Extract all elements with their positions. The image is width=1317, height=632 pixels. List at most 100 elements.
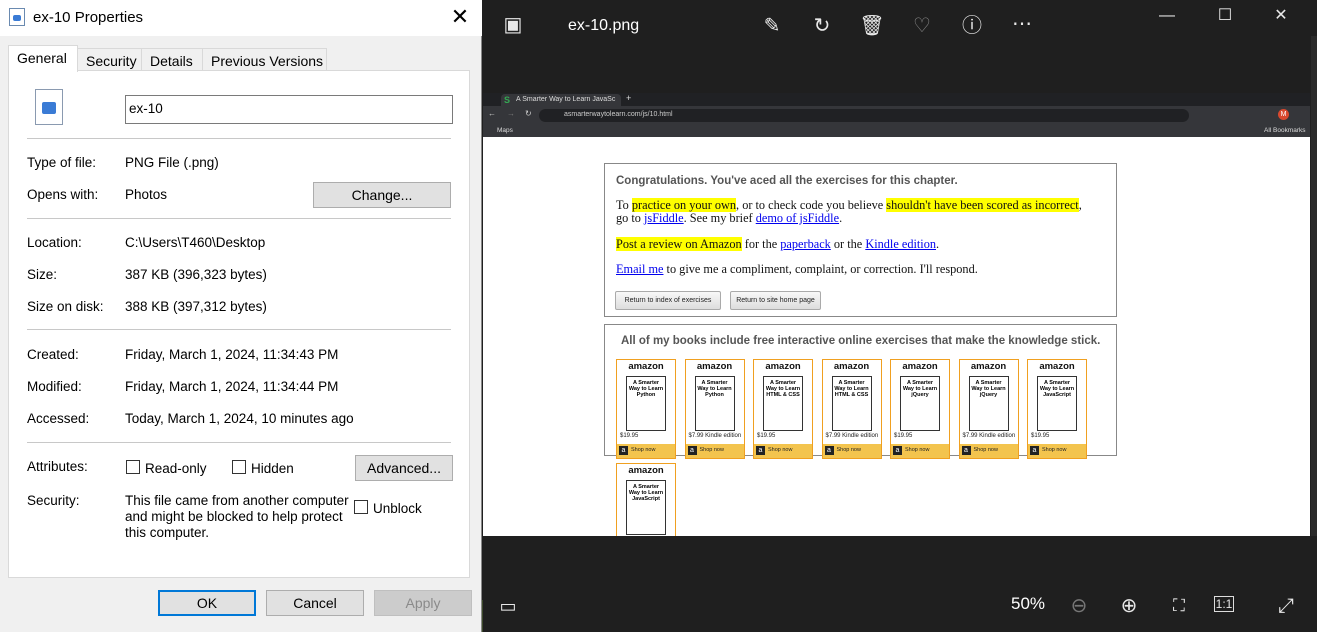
delete-icon[interactable]: 🗑: [857, 16, 887, 36]
security-text-2: and might be blocked to help protect: [125, 509, 343, 524]
readonly-checkbox[interactable]: [126, 460, 140, 474]
book-card[interactable]: amazon A Smarter Way to Learn Python $7.99…: [684, 359, 745, 459]
profile-avatar[interactable]: M: [1278, 109, 1289, 120]
more-icon[interactable]: ⋯: [1007, 14, 1037, 34]
image-canvas[interactable]: A Smarter Way to Learn JavaSc S + ← → ↻ …: [483, 93, 1310, 536]
book-cover: A Smarter Way to Learn jQuery: [968, 376, 1009, 431]
zoom-out-icon[interactable]: ⊖: [1064, 596, 1094, 616]
minimize-icon[interactable]: —: [1152, 6, 1182, 26]
filmstrip-icon[interactable]: ▭: [493, 596, 523, 616]
apply-button[interactable]: Apply: [374, 590, 472, 616]
actual-size-icon[interactable]: 1:1: [1214, 596, 1234, 612]
shop-now-button[interactable]: Shop now: [822, 444, 881, 458]
paragraph-2: go to jsFiddle. See my brief demo of jsF…: [616, 212, 842, 225]
site-favicon-icon: S: [504, 95, 511, 105]
text: to give me a compliment, complaint, or c…: [663, 262, 978, 276]
review-link[interactable]: Post a review on Amazon: [616, 237, 742, 251]
bookmarks-bar: Maps All Bookmarks: [483, 124, 1310, 137]
book-cover: A Smarter Way to Learn JavaScript: [1037, 376, 1077, 431]
shop-now-button[interactable]: Shop now: [754, 444, 812, 458]
url-field[interactable]: asmarterwaytolearn.com/js/10.html: [539, 109, 1189, 122]
browser-tab[interactable]: A Smarter Way to Learn JavaSc: [501, 94, 621, 106]
fit-icon[interactable]: ⛶: [1164, 596, 1194, 616]
back-icon[interactable]: ←: [488, 109, 496, 118]
tab-security[interactable]: Security: [77, 48, 142, 71]
shop-now-button[interactable]: Shop now: [891, 444, 949, 458]
book-card[interactable]: amazon A Smarter Way to Learn Python $19.9…: [616, 359, 676, 459]
tab-details[interactable]: Details: [141, 48, 203, 71]
info-icon[interactable]: ⓘ: [957, 16, 987, 36]
advanced-button[interactable]: Advanced...: [355, 455, 453, 481]
new-tab-icon[interactable]: +: [626, 93, 631, 103]
general-panel: ex-10 Type of file: PNG File (.png) Open…: [8, 70, 470, 578]
size-value: 387 KB (396,323 bytes): [125, 267, 267, 282]
congrats-box: Congratulations. You've aced all the exe…: [604, 163, 1117, 317]
kindle-link[interactable]: Kindle edition: [865, 237, 936, 251]
zoom-in-icon[interactable]: ⊕: [1114, 596, 1144, 616]
book-card[interactable]: amazonA Smarter Way to Learn JavaScriptS…: [616, 463, 676, 536]
close-icon[interactable]: ✕: [440, 0, 480, 36]
book-card[interactable]: amazon A Smarter Way to Learn jQuery $7.99…: [958, 359, 1019, 459]
dialog-titlebar: ex-10 Properties ✕: [0, 0, 482, 36]
change-button[interactable]: Change...: [313, 182, 451, 208]
books-heading: All of my books include free interactive…: [621, 335, 1101, 347]
paperback-link[interactable]: paperback: [780, 237, 831, 251]
text: go to: [616, 211, 645, 225]
paragraph-3: Post a review on Amazon for the paperbac…: [616, 237, 940, 251]
unblock-checkbox[interactable]: [354, 500, 368, 514]
size-label: Size:: [27, 267, 58, 282]
edit-icon[interactable]: ✎: [757, 16, 787, 36]
demo-jsfiddle-link[interactable]: demo of jsFiddle: [756, 211, 839, 225]
file-name-input[interactable]: ex-10: [125, 95, 453, 124]
maximize-icon[interactable]: ☐: [1210, 6, 1240, 26]
forward-icon[interactable]: →: [507, 109, 515, 118]
bookmark-maps[interactable]: Maps: [497, 127, 513, 134]
amazon-logo: amazon: [1039, 361, 1075, 372]
location-label: Location:: [27, 235, 82, 250]
gallery-icon[interactable]: ▣: [498, 15, 528, 35]
shop-now-button[interactable]: Shop now: [685, 444, 744, 458]
close-icon[interactable]: ✕: [1266, 6, 1296, 26]
email-link[interactable]: Email me: [616, 262, 663, 276]
browser-addressbar: ← → ↻ asmarterwaytolearn.com/js/10.html …: [483, 106, 1310, 124]
shop-now-button[interactable]: Shop now: [1028, 444, 1086, 458]
book-card[interactable]: amazon A Smarter Way to Learn HTML & CSS $…: [753, 359, 813, 459]
separator: [27, 138, 451, 139]
all-bookmarks[interactable]: All Bookmarks: [1264, 127, 1306, 134]
accessed-value: Today, March 1, 2024, 10 minutes ago: [125, 411, 354, 426]
rotate-icon[interactable]: ↻: [807, 16, 837, 36]
cancel-button[interactable]: Cancel: [266, 590, 364, 616]
jsfiddle-link[interactable]: jsFiddle: [644, 211, 684, 225]
amazon-logo: amazon: [902, 361, 938, 372]
separator: [27, 218, 451, 219]
type-label: Type of file:: [27, 155, 97, 170]
viewer-bottom-bar: ▭ 50% ⊖ ⊕ ⛶ 1:1 ⤢: [483, 536, 1317, 632]
practice-link[interactable]: practice on your own: [631, 198, 737, 212]
book-cover: A Smarter Way to Learn JavaScript: [626, 480, 666, 535]
book-card[interactable]: amazon A Smarter Way to Learn HTML & CSS $…: [821, 359, 882, 459]
book-card[interactable]: amazon A Smarter Way to Learn jQuery $19.9…: [890, 359, 950, 459]
security-label: Security:: [27, 493, 80, 508]
return-index-button[interactable]: Return to index of exercises: [615, 291, 721, 310]
tab-previous-versions[interactable]: Previous Versions: [202, 48, 327, 71]
book-cover: A Smarter Way to Learn HTML & CSS: [831, 376, 872, 431]
readonly-label: Read-only: [145, 461, 207, 476]
book-card[interactable]: amazon A Smarter Way to Learn JavaScript $…: [1027, 359, 1087, 459]
text: .: [936, 237, 940, 251]
book-cover: A Smarter Way to Learn Python: [694, 376, 735, 431]
shop-now-button[interactable]: Shop now: [959, 444, 1018, 458]
book-price: $19.95: [894, 433, 913, 439]
modified-label: Modified:: [27, 379, 82, 394]
accessed-label: Accessed:: [27, 411, 90, 426]
reload-icon[interactable]: ↻: [525, 109, 532, 118]
tab-general[interactable]: General: [8, 45, 78, 72]
shop-now-button[interactable]: Shop now: [617, 444, 675, 458]
photos-viewer: ▣ ex-10.png ✎ ↻ 🗑 ♡ ⓘ ⋯ — ☐ ✕ A Smarter …: [483, 0, 1317, 632]
fullscreen-icon[interactable]: ⤢: [1271, 596, 1301, 616]
scored-incorrect-link[interactable]: shouldn't have been scored as incorrect: [886, 198, 1079, 212]
paragraph-4: Email me to give me a compliment, compla…: [616, 263, 978, 276]
hidden-checkbox[interactable]: [232, 460, 246, 474]
ok-button[interactable]: OK: [158, 590, 256, 616]
favorite-icon[interactable]: ♡: [907, 16, 937, 36]
return-home-button[interactable]: Return to site home page: [730, 291, 821, 310]
